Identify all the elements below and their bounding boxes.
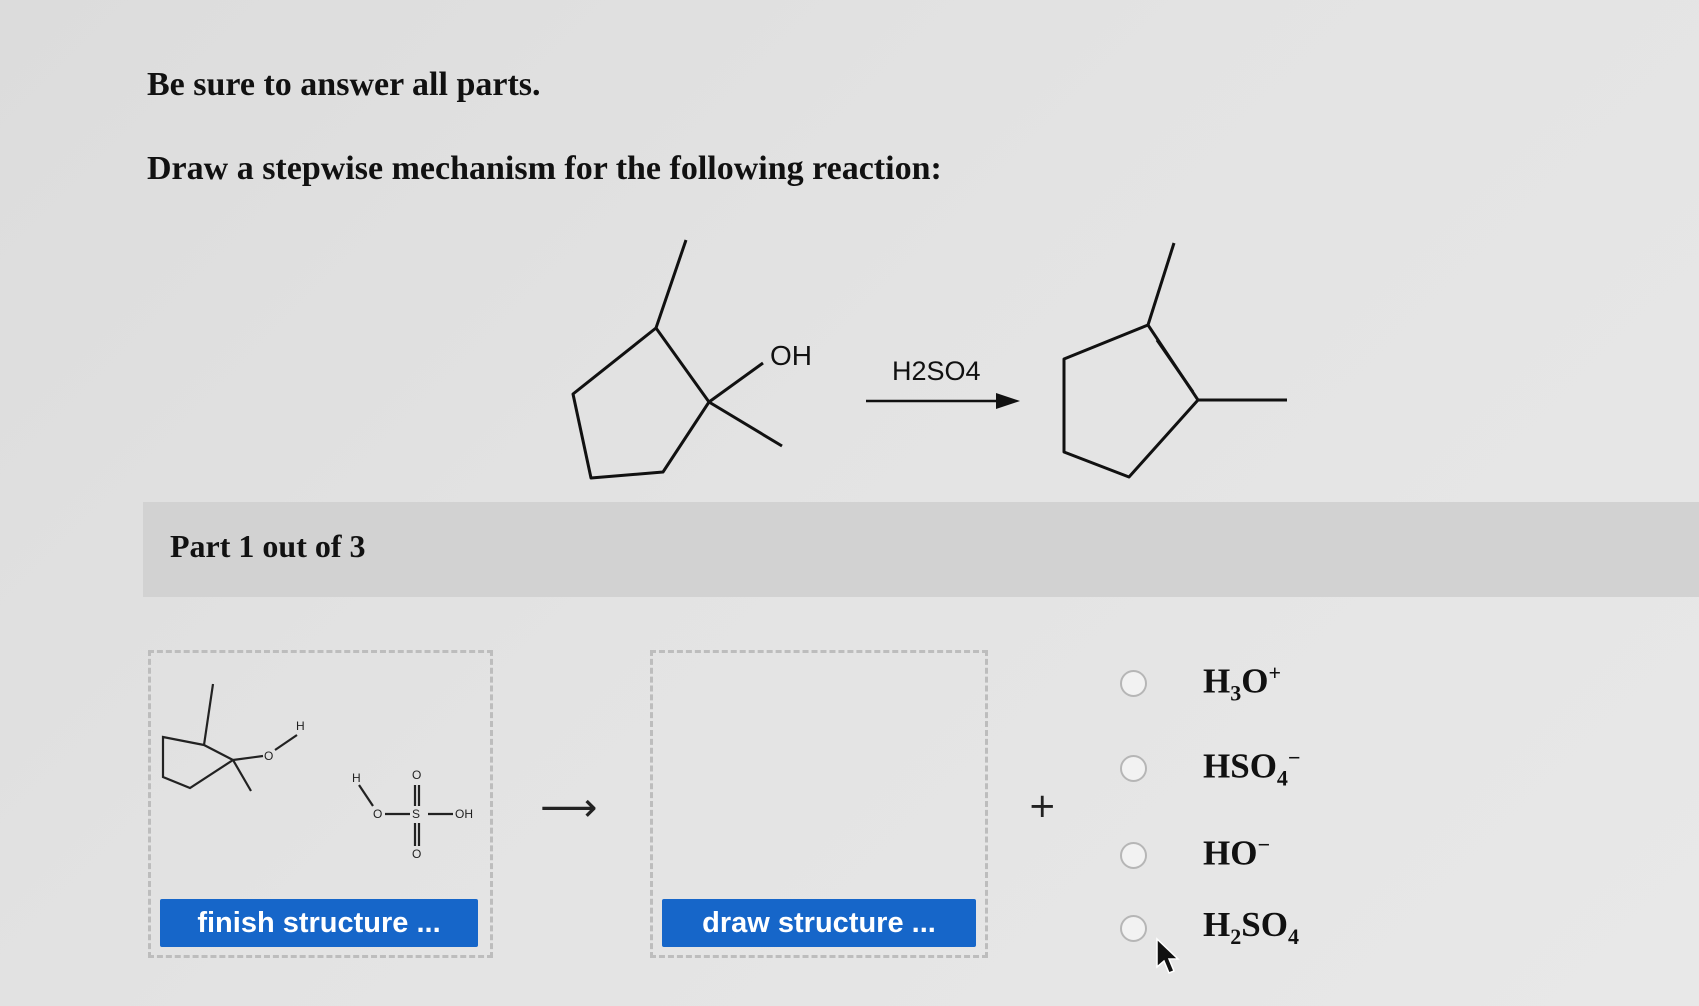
option-hydroxide[interactable]: HO−	[1120, 832, 1360, 882]
reaction-scheme: OH H2SO4	[571, 239, 1287, 480]
reagent-label: H2SO4	[892, 356, 981, 386]
reactant-structures: H O H O S O O OH	[161, 683, 473, 861]
option-label: H3O+	[1203, 660, 1282, 706]
radio-button[interactable]	[1120, 842, 1147, 869]
option-label: HO−	[1203, 832, 1270, 873]
radio-button[interactable]	[1120, 670, 1147, 697]
hydroxyl-o-label: O	[264, 749, 273, 763]
instruction-line-1: Be sure to answer all parts.	[147, 66, 541, 103]
sulfur-label: S	[412, 807, 420, 821]
part-header: Part 1 out of 3	[143, 502, 1699, 597]
option-hydronium[interactable]: H3O+	[1120, 660, 1360, 710]
option-label: H2SO4	[1203, 905, 1299, 949]
part-title: Part 1 out of 3	[170, 528, 366, 564]
acid-o-label: O	[373, 807, 382, 821]
radio-button[interactable]	[1120, 755, 1147, 782]
mouse-pointer-icon	[1156, 937, 1180, 974]
product-structure	[1062, 242, 1287, 479]
acid-h-label: H	[352, 771, 361, 785]
instruction-line-2: Draw a stepwise mechanism for the follow…	[147, 150, 942, 187]
sulfonyl-o-bottom-label: O	[412, 847, 421, 861]
plus-sign: +	[1028, 786, 1057, 826]
option-label: HSO4−	[1203, 745, 1301, 791]
acid-oh-label: OH	[455, 807, 473, 821]
reaction-arrow-head	[996, 393, 1020, 409]
mechanism-arrow: ⟶	[540, 785, 598, 831]
option-bisulfate[interactable]: HSO4−	[1120, 745, 1360, 795]
radio-button[interactable]	[1120, 915, 1147, 942]
draw-structure-button[interactable]: draw structure ...	[662, 899, 976, 947]
finish-structure-button[interactable]: finish structure ...	[160, 899, 478, 947]
reagent-text: H2SO4	[892, 356, 981, 386]
sulfonyl-o-top-label: O	[412, 768, 421, 782]
hydroxyl-h-label: H	[296, 719, 305, 733]
substituent-label: OH	[770, 340, 812, 371]
starting-material-structure	[571, 239, 783, 480]
